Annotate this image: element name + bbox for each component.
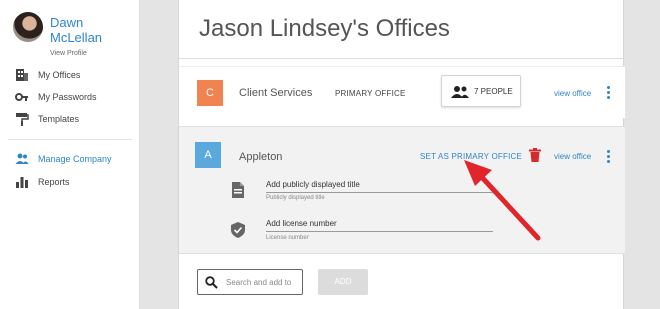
people-icon xyxy=(451,86,469,98)
sidebar-item-my-passwords[interactable]: My Passwords xyxy=(0,86,139,108)
sidebar-item-label: My Passwords xyxy=(38,92,97,102)
office-tile: C xyxy=(197,80,223,106)
search-icon xyxy=(205,276,218,289)
title-field[interactable]: Add publicly displayed title xyxy=(266,180,360,189)
sidebar-item-label: Templates xyxy=(38,114,80,124)
office-name: Client Services xyxy=(239,87,313,99)
search-input[interactable] xyxy=(226,275,300,290)
people-count: 7 PEOPLE xyxy=(474,87,513,96)
bar-chart-icon xyxy=(16,177,28,188)
shield-check-icon xyxy=(231,222,245,238)
kebab-menu-icon[interactable] xyxy=(607,86,611,100)
avatar[interactable] xyxy=(13,12,43,42)
office-row-client-services[interactable]: C Client Services PRIMARY OFFICE 7 PEOPL… xyxy=(179,66,625,118)
user-name[interactable]: Dawn McLellan xyxy=(50,15,135,45)
office-name: Appleton xyxy=(239,151,283,163)
main-panel: Jason Lindsey's Offices C Client Service… xyxy=(178,0,625,309)
sidebar-item-reports[interactable]: Reports xyxy=(0,171,139,193)
sidebar-item-manage-company[interactable]: Manage Company xyxy=(0,148,139,170)
set-as-primary-office-link[interactable]: SET AS PRIMARY OFFICE xyxy=(420,152,522,161)
search-and-add-box[interactable] xyxy=(197,269,303,295)
sidebar: Dawn McLellan View Profile My Offices My… xyxy=(0,0,140,309)
sidebar-item-my-offices[interactable]: My Offices xyxy=(0,64,139,86)
title-field-underline xyxy=(266,192,493,193)
page-title: Jason Lindsey's Offices xyxy=(199,15,450,42)
view-office-link[interactable]: view office xyxy=(554,89,591,98)
title-field-help: Publicly displayed title xyxy=(266,195,325,201)
key-icon xyxy=(15,93,28,101)
sidebar-item-label: Reports xyxy=(38,177,70,187)
license-field-help: License number xyxy=(266,235,309,241)
trash-icon[interactable] xyxy=(529,148,541,162)
title-divider xyxy=(179,58,625,59)
view-office-link[interactable]: view office xyxy=(554,152,591,161)
people-icon xyxy=(15,153,29,164)
view-profile-link[interactable]: View Profile xyxy=(50,50,87,57)
license-field-underline xyxy=(266,231,493,232)
kebab-menu-icon[interactable] xyxy=(607,150,611,164)
add-button[interactable]: ADD xyxy=(318,269,368,295)
sidebar-item-label: Manage Company xyxy=(38,154,112,164)
people-count-button[interactable]: 7 PEOPLE xyxy=(441,75,521,107)
sidebar-divider xyxy=(8,139,132,140)
office-row-appleton[interactable]: A Appleton SET AS PRIMARY OFFICE view of… xyxy=(179,126,625,254)
sidebar-item-label: My Offices xyxy=(38,70,81,80)
paint-roller-icon xyxy=(16,113,29,126)
primary-office-label: PRIMARY OFFICE xyxy=(335,89,406,98)
office-tile: A xyxy=(195,142,221,168)
sidebar-item-templates[interactable]: Templates xyxy=(0,108,139,130)
building-icon xyxy=(16,69,28,81)
document-icon xyxy=(232,182,244,198)
license-number-field[interactable]: Add license number xyxy=(266,219,337,228)
